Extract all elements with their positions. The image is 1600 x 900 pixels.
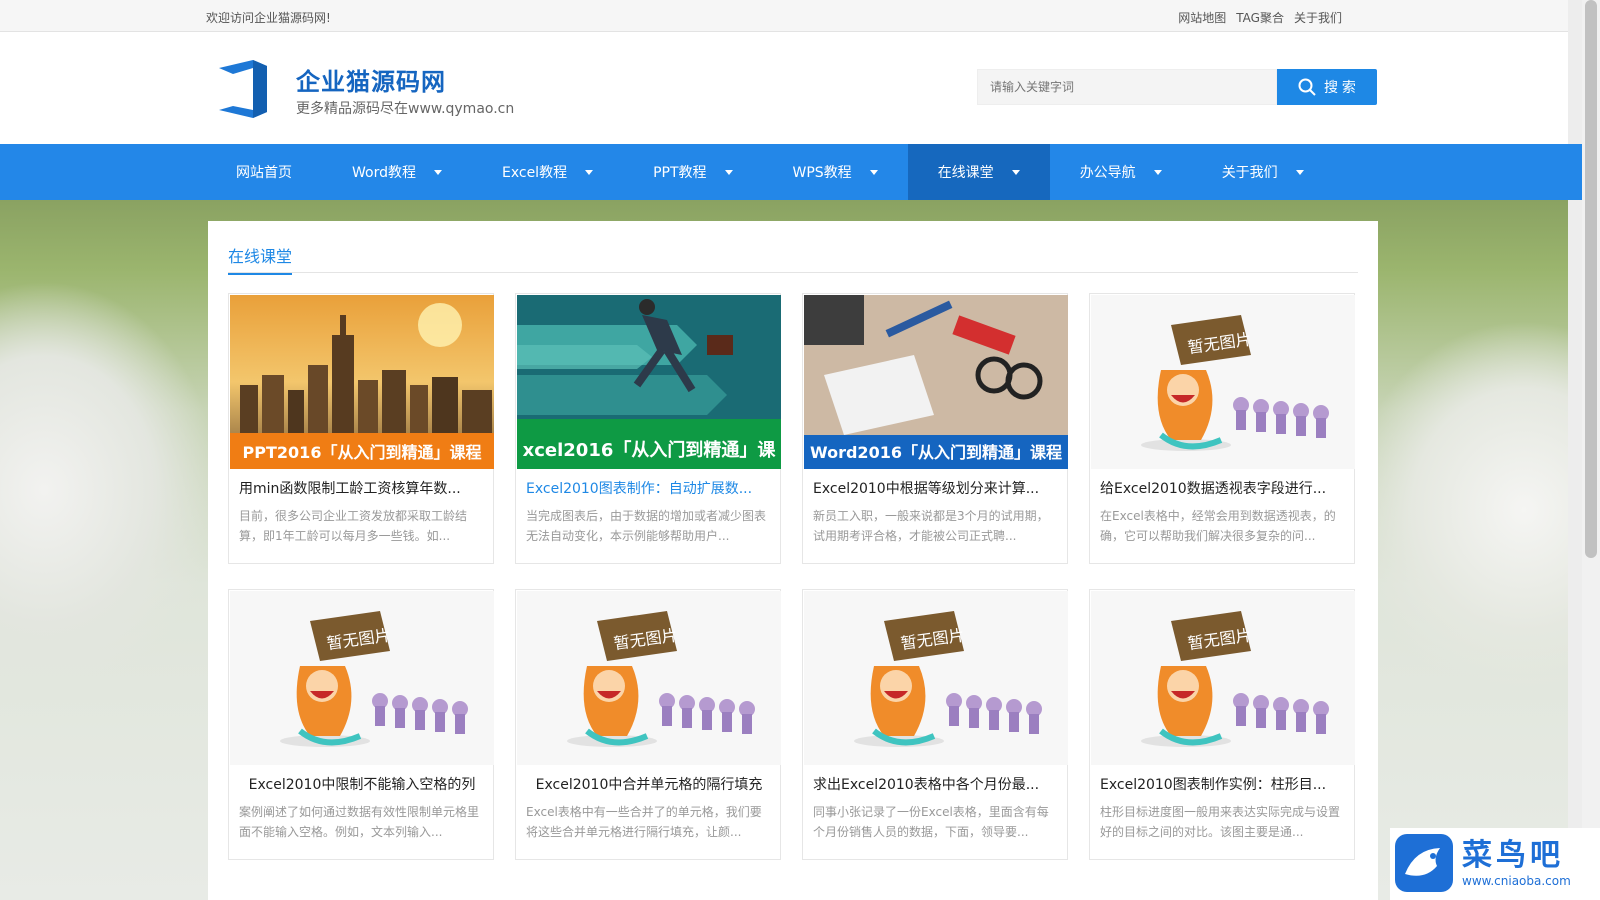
- course-card[interactable]: xcel2016「从入门到精通」课 Excel2010图表制作：自动扩展数...…: [515, 293, 781, 564]
- site-title[interactable]: 企业猫源码网: [296, 62, 446, 97]
- course-desc: Excel表格中有一些合并了的单元格，我们要将这些合并单元格进行隔行填充，让颜.…: [526, 805, 762, 839]
- search-button-label: 搜 索: [1324, 79, 1356, 95]
- caret-down-icon: [433, 169, 442, 175]
- caret-down-icon: [585, 169, 594, 175]
- site-subtitle: 更多精品源码尽在www.qymao.cn: [296, 101, 515, 117]
- course-card[interactable]: 暂无图片 Excel2010图表制作实例：柱形目... 柱形目标进度图一般用来表…: [1089, 589, 1355, 860]
- nav-label: 网站首页: [236, 165, 292, 181]
- search-input[interactable]: [977, 69, 1277, 105]
- nav-ppt[interactable]: PPT教程: [623, 144, 762, 200]
- caret-down-icon: [724, 169, 733, 175]
- section-title[interactable]: 在线课堂: [228, 243, 293, 275]
- nav-label: 关于我们: [1221, 165, 1278, 181]
- course-thumbnail[interactable]: xcel2016「从入门到精通」课: [517, 295, 781, 469]
- caret-down-icon: [1295, 169, 1304, 175]
- cloud-right: [1348, 320, 1568, 700]
- course-title[interactable]: 给Excel2010数据透视表字段进行...: [1100, 478, 1346, 498]
- nav-word[interactable]: Word教程: [322, 144, 472, 200]
- course-desc: 在Excel表格中，经常会用到数据透视表，的确，它可以帮助我们解决很多复杂的问.…: [1100, 509, 1336, 543]
- search-icon: [1298, 78, 1316, 96]
- nav-label: 办公导航: [1079, 165, 1136, 181]
- watermark-text: 菜鸟吧: [1462, 838, 1564, 873]
- no-image-placeholder[interactable]: 暂无图片: [517, 591, 781, 765]
- course-banner-text: Word2016「从入门到精通」课程: [810, 443, 1062, 462]
- course-card[interactable]: 暂无图片 Excel2010中合并单元格的隔行填充 Excel表格中有一些合并了…: [515, 589, 781, 860]
- course-title[interactable]: Excel2010中合并单元格的隔行填充: [526, 774, 772, 794]
- nav-label: Excel教程: [501, 165, 568, 181]
- course-desc: 当完成图表后，由于数据的增加或者减少图表无法自动变化，本示例能够帮助用户...: [526, 509, 767, 543]
- no-image-placeholder[interactable]: 暂无图片: [1091, 295, 1355, 469]
- course-desc: 新员工入职，一般来说都是3个月的试用期，试用期考评合格，才能被公司正式聘...: [813, 509, 1049, 543]
- nav-about[interactable]: 关于我们: [1192, 144, 1334, 200]
- course-banner-text: xcel2016「从入门到精通」课: [522, 440, 776, 461]
- sitemap-link[interactable]: 网站地图: [1178, 9, 1226, 26]
- section-header: 在线课堂: [228, 221, 1358, 275]
- course-title[interactable]: Excel2010中根据等级划分来计算...: [813, 478, 1059, 498]
- bird-logo-icon: [1395, 834, 1453, 892]
- nav-label: PPT教程: [653, 165, 707, 181]
- no-image-mascot-icon: 暂无图片: [1091, 591, 1355, 765]
- course-title[interactable]: Excel2010图表制作：自动扩展数...: [526, 478, 772, 498]
- course-desc: 同事小张记录了一份Excel表格，里面含有每个月份销售人员的数据，下面，领导要.…: [813, 805, 1049, 839]
- about-link[interactable]: 关于我们: [1294, 9, 1342, 26]
- no-image-mascot-icon: 暂无图片: [230, 591, 494, 765]
- nav-office-nav[interactable]: 办公导航: [1050, 144, 1192, 200]
- no-image-mascot-icon: 暂无图片: [1091, 295, 1355, 469]
- content-panel: 在线课堂 PPT2016「从入门到精通」课程 用min函数限制工龄工资核算年数.…: [208, 221, 1378, 900]
- no-image-placeholder[interactable]: 暂无图片: [230, 591, 494, 765]
- no-image-placeholder[interactable]: 暂无图片: [804, 591, 1068, 765]
- course-desc: 柱形目标进度图一般用来表达实际完成与设置好的目标之间的对比。该图主要是通...: [1100, 805, 1341, 839]
- welcome-text: 欢迎访问企业猫源码网!: [206, 11, 331, 25]
- course-title[interactable]: Excel2010图表制作实例：柱形目...: [1100, 774, 1346, 794]
- no-image-placeholder[interactable]: 暂无图片: [1091, 591, 1355, 765]
- course-title[interactable]: Excel2010中限制不能输入空格的列: [239, 774, 485, 794]
- course-desc: 案例阐述了如何通过数据有效性限制单元格里面不能输入空格。例如，文本列输入...: [239, 805, 480, 839]
- course-card[interactable]: PPT2016「从入门到精通」课程 用min函数限制工龄工资核算年数... 目前…: [228, 293, 494, 564]
- search-button[interactable]: 搜 索: [1277, 69, 1377, 105]
- course-title[interactable]: 用min函数限制工龄工资核算年数...: [239, 478, 485, 498]
- top-bar: 欢迎访问企业猫源码网! 网站地图 TAG聚合 关于我们: [0, 0, 1568, 32]
- course-card[interactable]: Word2016「从入门到精通」课程 Excel2010中根据等级划分来计算..…: [802, 293, 1068, 564]
- course-card[interactable]: 暂无图片 给Excel2010数据透视表字段进行... 在Excel表格中，经常…: [1089, 293, 1355, 564]
- nav-label: Word教程: [352, 165, 416, 181]
- course-thumbnail[interactable]: Word2016「从入门到精通」课程: [804, 295, 1068, 469]
- caret-down-icon: [1153, 169, 1162, 175]
- course-banner-text: PPT2016「从入门到精通」课程: [242, 443, 482, 462]
- caret-down-icon: [1011, 169, 1020, 175]
- nav-excel[interactable]: Excel教程: [472, 144, 623, 200]
- no-image-mascot-icon: 暂无图片: [517, 591, 781, 765]
- nav-wps[interactable]: WPS教程: [763, 144, 908, 200]
- square-logo-icon[interactable]: [219, 60, 267, 118]
- course-title[interactable]: 求出Excel2010表格中各个月份最...: [813, 774, 1059, 794]
- site-header: 企业猫源码网 更多精品源码尽在www.qymao.cn 搜 索: [0, 32, 1568, 144]
- nav-home[interactable]: 网站首页: [206, 144, 322, 200]
- top-links: 网站地图 TAG聚合 关于我们: [1178, 9, 1342, 26]
- cloud-left: [0, 280, 220, 700]
- course-desc: 目前，很多公司企业工资发放都采取工龄结算，即1年工龄可以每月多一些钱。如...: [239, 509, 468, 543]
- course-thumbnail[interactable]: PPT2016「从入门到精通」课程: [230, 295, 494, 469]
- nav-label: 在线课堂: [937, 165, 994, 181]
- course-card[interactable]: 暂无图片 求出Excel2010表格中各个月份最... 同事小张记录了一份Exc…: [802, 589, 1068, 860]
- scrollbar-thumb[interactable]: [1585, 0, 1597, 558]
- caret-down-icon: [869, 169, 878, 175]
- no-image-mascot-icon: 暂无图片: [804, 591, 1068, 765]
- main-nav: 网站首页 Word教程 Excel教程 PPT教程 WPS教程 在线课堂 办公导…: [0, 144, 1582, 200]
- nav-online-class[interactable]: 在线课堂: [907, 144, 1050, 200]
- watermark-url: www.cniaoba.com: [1462, 874, 1571, 888]
- nav-label: WPS教程: [792, 165, 852, 181]
- course-card[interactable]: 暂无图片 Excel2010中限制不能输入空格的列 案例阐述了如何通过数据有效性…: [228, 589, 494, 860]
- tag-link[interactable]: TAG聚合: [1236, 9, 1284, 26]
